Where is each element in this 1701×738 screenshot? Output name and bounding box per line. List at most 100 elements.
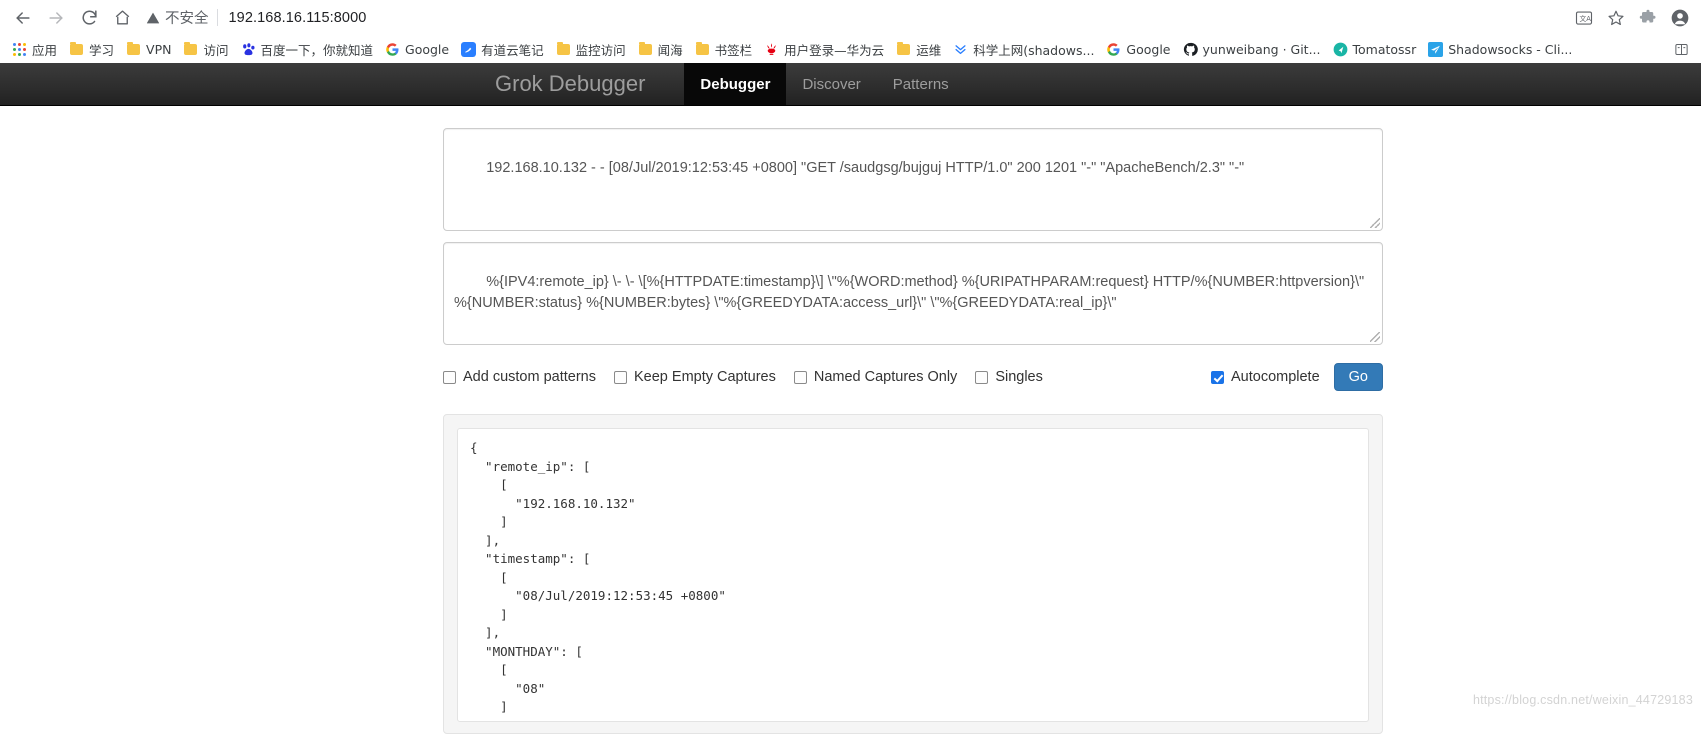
folder-icon — [695, 41, 710, 57]
go-button[interactable]: Go — [1333, 362, 1383, 392]
bookmark-label: 闻海 — [657, 42, 683, 58]
folder-icon — [183, 41, 198, 57]
option-named-captures-only[interactable]: Named Captures Only — [793, 369, 958, 385]
bookmark-label: 有道云笔记 — [481, 42, 544, 58]
apps-grid-icon — [12, 42, 27, 57]
output-panel: { "remote_ip": [ [ "192.168.10.132" ] ],… — [443, 414, 1383, 734]
url-text: 192.168.16.115:8000 — [228, 9, 367, 26]
bookmark-label: 应用 — [32, 42, 58, 58]
bookmark-item-github-yunweibang[interactable]: yunweibang · Git... — [1177, 38, 1327, 60]
grok-pattern-value: %{IPV4:remote_ip} \- \- \[%{HTTPDATE:tim… — [454, 274, 1369, 311]
google-g-icon — [1106, 42, 1121, 57]
watermark-text: https://blog.csdn.net/weixin_44729183 — [1472, 693, 1693, 707]
translate-icon[interactable]: 文A — [1571, 5, 1597, 31]
option-keep-empty-captures[interactable]: Keep Empty Captures — [614, 369, 776, 385]
bookmark-item-apps[interactable]: 应用 — [6, 38, 63, 60]
bookmark-item-folder-study[interactable]: 学习 — [63, 38, 120, 60]
tab-debugger[interactable]: Debugger — [684, 63, 787, 105]
app-navbar: Grok Debugger Debugger Discover Patterns — [0, 63, 1701, 106]
bookmark-label: Tomatossr — [1352, 41, 1417, 57]
security-status-label: 不安全 — [165, 11, 209, 27]
bookmark-label: 科学上网(shadows... — [973, 42, 1095, 58]
textarea-resize-handle[interactable] — [1370, 218, 1380, 228]
option-label: Singles — [995, 369, 1043, 385]
browser-chrome: 不安全 192.168.16.115:8000 文A 应用 学习 VPN 访问 … — [0, 0, 1701, 63]
checkbox-named-captures-only[interactable] — [793, 370, 807, 384]
app-nav-links: Debugger Discover Patterns — [684, 63, 964, 105]
sample-input-textarea[interactable]: 192.168.10.132 - - [08/Jul/2019:12:53:45… — [443, 128, 1383, 231]
tab-patterns[interactable]: Patterns — [877, 63, 965, 105]
tab-discover[interactable]: Discover — [786, 63, 876, 105]
browser-toolbar: 不安全 192.168.16.115:8000 文A — [0, 0, 1701, 35]
checkbox-singles[interactable] — [975, 370, 989, 384]
debugger-form: 192.168.10.132 - - [08/Jul/2019:12:53:45… — [443, 128, 1383, 392]
option-label: Add custom patterns — [463, 369, 596, 385]
bookmark-list-icon[interactable] — [1668, 38, 1695, 60]
warning-triangle-icon — [146, 11, 160, 25]
home-icon[interactable] — [107, 3, 137, 33]
folder-icon — [896, 41, 911, 57]
reload-icon[interactable] — [74, 3, 104, 33]
omnibox-divider — [216, 9, 218, 26]
github-icon — [1183, 42, 1198, 57]
checkbox-autocomplete[interactable] — [1210, 370, 1224, 384]
bookmark-item-folder-wenhai[interactable]: 闻海 — [632, 38, 689, 60]
textarea-resize-handle[interactable] — [1370, 332, 1380, 342]
bookmark-item-tomatossr[interactable]: Tomatossr — [1327, 38, 1423, 60]
bookmark-star-icon[interactable] — [1603, 5, 1629, 31]
bookmark-label: Shadowsocks - Cli... — [1448, 41, 1573, 57]
bookmark-item-folder-ops[interactable]: 运维 — [890, 38, 947, 60]
bookmark-label: 监控访问 — [575, 42, 626, 58]
forward-icon[interactable] — [41, 3, 71, 33]
youdao-note-icon — [461, 41, 477, 57]
bookmark-item-folder-visit[interactable]: 访问 — [177, 38, 234, 60]
omnibox[interactable]: 不安全 192.168.16.115:8000 — [146, 5, 1561, 31]
huawei-flower-icon — [764, 42, 779, 57]
bookmark-item-youdao[interactable]: 有道云笔记 — [455, 38, 550, 60]
bookmark-label: yunweibang · Git... — [1202, 41, 1321, 57]
bookmark-item-shadowsocks-science[interactable]: 科学上网(shadows... — [947, 38, 1100, 60]
bookmark-item-folder-monitor[interactable]: 监控访问 — [550, 38, 632, 60]
bookmark-item-google-1[interactable]: Google — [379, 38, 455, 60]
paper-plane-icon — [1428, 41, 1444, 57]
bookmark-label: 访问 — [203, 42, 229, 58]
checkbox-keep-empty-captures[interactable] — [614, 370, 627, 384]
bookmark-label: 用户登录—华为云 — [784, 42, 885, 58]
profile-avatar-icon[interactable] — [1667, 5, 1693, 31]
google-g-icon — [385, 42, 400, 57]
bookmark-item-folder-vpn[interactable]: VPN — [120, 38, 177, 60]
debugger-content: 192.168.10.132 - - [08/Jul/2019:12:53:45… — [0, 106, 1701, 734]
toolbar-right-actions: 文A — [1571, 5, 1693, 31]
option-autocomplete[interactable]: Autocomplete — [1210, 369, 1320, 385]
sample-input-value: 192.168.10.132 - - [08/Jul/2019:12:53:45… — [486, 160, 1245, 176]
bookmark-label: 运维 — [916, 42, 942, 58]
bookmark-label: Google — [1126, 41, 1171, 57]
output-json: { "remote_ip": [ [ "192.168.10.132" ] ],… — [457, 428, 1369, 722]
checkbox-add-custom-patterns[interactable] — [443, 370, 456, 384]
option-add-custom-patterns[interactable]: Add custom patterns — [443, 369, 596, 385]
option-label: Named Captures Only — [813, 369, 958, 385]
bookmark-label: 学习 — [89, 42, 115, 58]
baidu-paw-icon — [241, 42, 256, 57]
option-singles[interactable]: Singles — [975, 369, 1043, 385]
back-icon[interactable] — [8, 3, 38, 33]
svg-text:文A: 文A — [1580, 14, 1592, 23]
bookmark-label: 百度一下，你就知道 — [260, 42, 374, 58]
grok-pattern-textarea[interactable]: %{IPV4:remote_ip} \- \- \[%{HTTPDATE:tim… — [443, 242, 1383, 345]
bookmarks-bar: 应用 学习 VPN 访问 百度一下，你就知道 Google 有道云笔记 监控访问… — [0, 35, 1701, 63]
option-label: Autocomplete — [1230, 369, 1320, 385]
bookmark-item-google-2[interactable]: Google — [1100, 38, 1176, 60]
app-brand[interactable]: Grok Debugger — [480, 63, 660, 105]
option-label: Keep Empty Captures — [634, 369, 776, 385]
tomato-circle-icon — [1333, 42, 1348, 57]
extension-icon[interactable] — [1635, 5, 1661, 31]
bookmark-item-folder-bookmarkbar[interactable]: 书签栏 — [689, 38, 759, 60]
bookmark-label: 书签栏 — [714, 42, 753, 58]
folder-icon — [556, 41, 571, 57]
bookmark-item-huawei-cloud[interactable]: 用户登录—华为云 — [758, 38, 890, 60]
bookmark-item-shadowsocks-client[interactable]: Shadowsocks - Cli... — [1422, 38, 1578, 60]
folder-icon — [126, 41, 141, 57]
bookmark-item-baidu[interactable]: 百度一下，你就知道 — [235, 38, 380, 60]
bookmark-label: VPN — [146, 41, 172, 57]
folder-icon — [69, 41, 84, 57]
